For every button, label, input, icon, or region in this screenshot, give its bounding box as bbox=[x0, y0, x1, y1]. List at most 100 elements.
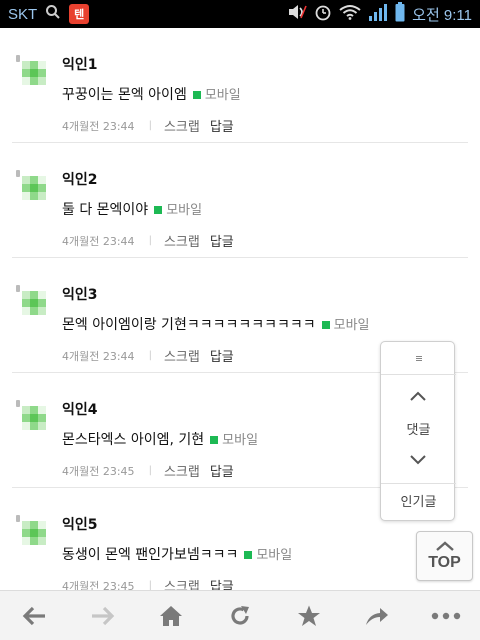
avatar-pixel bbox=[38, 521, 46, 529]
device-label: 모바일 bbox=[204, 88, 241, 103]
comment-meta: 4개월전 23:45 | 스크랩 답글 bbox=[62, 461, 244, 481]
avatar-pixel bbox=[22, 529, 30, 537]
panel-menu-icon[interactable] bbox=[381, 342, 456, 374]
avatar-pixel bbox=[30, 422, 38, 430]
reply-button[interactable]: 답글 bbox=[210, 231, 234, 250]
avatar-pixel bbox=[22, 77, 30, 85]
avatar-pixel bbox=[30, 176, 38, 184]
battery-icon bbox=[395, 2, 405, 26]
avatar-pixel bbox=[22, 61, 30, 69]
avatar-pixel bbox=[30, 61, 38, 69]
avatar-pixel bbox=[30, 299, 38, 307]
popular-posts-button[interactable]: 인기글 bbox=[381, 491, 456, 510]
avatar-pixel bbox=[30, 291, 38, 299]
browser-toolbar bbox=[0, 590, 480, 640]
comment-body: 둘 다 몬엑이야 bbox=[62, 202, 149, 218]
avatar-pixel bbox=[30, 414, 38, 422]
avatar-pixel bbox=[22, 192, 30, 200]
separator: | bbox=[148, 580, 152, 590]
avatar[interactable] bbox=[16, 515, 46, 545]
wifi-icon bbox=[339, 4, 361, 24]
signal-icon bbox=[368, 2, 388, 26]
refresh-icon[interactable] bbox=[220, 596, 260, 636]
avatar-pixel bbox=[22, 406, 30, 414]
avatar-pixel bbox=[30, 537, 38, 545]
avatar-marker-icon bbox=[16, 515, 20, 522]
separator: | bbox=[148, 120, 152, 131]
avatar[interactable] bbox=[16, 285, 46, 315]
reply-button[interactable]: 답글 bbox=[210, 576, 234, 590]
avatar-pixel bbox=[38, 184, 46, 192]
avatar-pixel bbox=[38, 406, 46, 414]
scrap-button[interactable]: 스크랩 bbox=[164, 576, 200, 590]
more-icon[interactable] bbox=[426, 596, 466, 636]
avatar[interactable] bbox=[16, 400, 46, 430]
comment-meta: 4개월전 23:44 | 스크랩 답글 bbox=[62, 231, 244, 251]
scrap-button[interactable]: 스크랩 bbox=[164, 346, 200, 365]
comment-time: 4개월전 23:44 bbox=[62, 119, 135, 133]
scrap-button[interactable]: 스크랩 bbox=[164, 231, 200, 250]
back-icon[interactable] bbox=[14, 596, 54, 636]
comment-nickname[interactable]: 익인5 bbox=[62, 514, 98, 534]
app-badge-icon: 텐 bbox=[69, 4, 90, 24]
avatar-pixel bbox=[38, 422, 46, 430]
device-label: 모바일 bbox=[333, 318, 370, 333]
avatar-marker-icon bbox=[16, 400, 20, 407]
avatar-pixel bbox=[22, 299, 30, 307]
scroll-down-icon[interactable] bbox=[408, 450, 428, 470]
comment-meta: 4개월전 23:45 | 스크랩 답글 bbox=[62, 576, 244, 591]
comment-meta: 4개월전 23:44 | 스크랩 답글 bbox=[62, 346, 244, 366]
avatar-marker-icon bbox=[16, 55, 20, 62]
divider bbox=[381, 374, 456, 375]
comment-time: 4개월전 23:45 bbox=[62, 579, 135, 591]
top-label: TOP bbox=[428, 554, 461, 571]
floating-nav-panel: 댓글 인기글 bbox=[380, 341, 456, 521]
avatar[interactable] bbox=[16, 55, 46, 85]
reply-button[interactable]: 답글 bbox=[210, 116, 234, 135]
comment-text: 꾸꿍이는 몬엑 아이엠 모바일 bbox=[62, 84, 241, 104]
avatar-pixel bbox=[38, 291, 46, 299]
avatar[interactable] bbox=[16, 170, 46, 200]
comment-text: 둘 다 몬엑이야 모바일 bbox=[62, 199, 202, 219]
comment-nickname[interactable]: 익인3 bbox=[62, 284, 98, 304]
comment-nickname[interactable]: 익인2 bbox=[62, 169, 98, 189]
avatar-pixel bbox=[38, 77, 46, 85]
comment-body: 동생이 몬엑 팬인가보넴ㅋㅋㅋ bbox=[62, 547, 239, 563]
scroll-top-button[interactable]: TOP bbox=[416, 531, 473, 581]
share-icon[interactable] bbox=[357, 596, 397, 636]
scroll-up-icon[interactable] bbox=[408, 386, 428, 406]
comments-jump-button[interactable]: 댓글 bbox=[381, 419, 456, 438]
comment-time: 4개월전 23:44 bbox=[62, 234, 135, 248]
separator: | bbox=[148, 235, 152, 246]
comment-item: 익인2 둘 다 몬엑이야 모바일 4개월전 23:44 | 스크랩 답글 bbox=[12, 143, 468, 258]
comment-nickname[interactable]: 익인4 bbox=[62, 399, 98, 419]
avatar-pixel bbox=[22, 184, 30, 192]
avatar-pixel bbox=[38, 529, 46, 537]
avatar-pixel bbox=[38, 192, 46, 200]
scrap-button[interactable]: 스크랩 bbox=[164, 461, 200, 480]
home-icon[interactable] bbox=[151, 596, 191, 636]
chevron-up-icon bbox=[435, 541, 454, 551]
avatar-pixel bbox=[30, 192, 38, 200]
comment-time: 4개월전 23:44 bbox=[62, 349, 135, 363]
avatar-pixel bbox=[38, 69, 46, 77]
bookmark-star-icon[interactable] bbox=[289, 596, 329, 636]
device-label: 모바일 bbox=[166, 203, 203, 218]
reply-button[interactable]: 답글 bbox=[210, 346, 234, 365]
avatar-pixel bbox=[38, 61, 46, 69]
mute-icon bbox=[287, 3, 307, 25]
comment-time: 4개월전 23:45 bbox=[62, 464, 135, 478]
alarm-icon bbox=[314, 3, 332, 25]
avatar-pixel bbox=[30, 184, 38, 192]
mobile-icon bbox=[192, 90, 201, 99]
avatar-pixel bbox=[30, 69, 38, 77]
status-bar: SKT 텐 오전 9:11 bbox=[0, 0, 480, 28]
divider bbox=[381, 483, 456, 484]
comment-nickname[interactable]: 익인1 bbox=[62, 54, 98, 74]
reply-button[interactable]: 답글 bbox=[210, 461, 234, 480]
forward-icon[interactable] bbox=[83, 596, 123, 636]
comment-body: 몬스타엑스 아이엠, 기현 bbox=[62, 432, 205, 448]
carrier-label: SKT bbox=[8, 5, 38, 23]
comment-meta: 4개월전 23:44 | 스크랩 답글 bbox=[62, 116, 244, 136]
scrap-button[interactable]: 스크랩 bbox=[164, 116, 200, 135]
